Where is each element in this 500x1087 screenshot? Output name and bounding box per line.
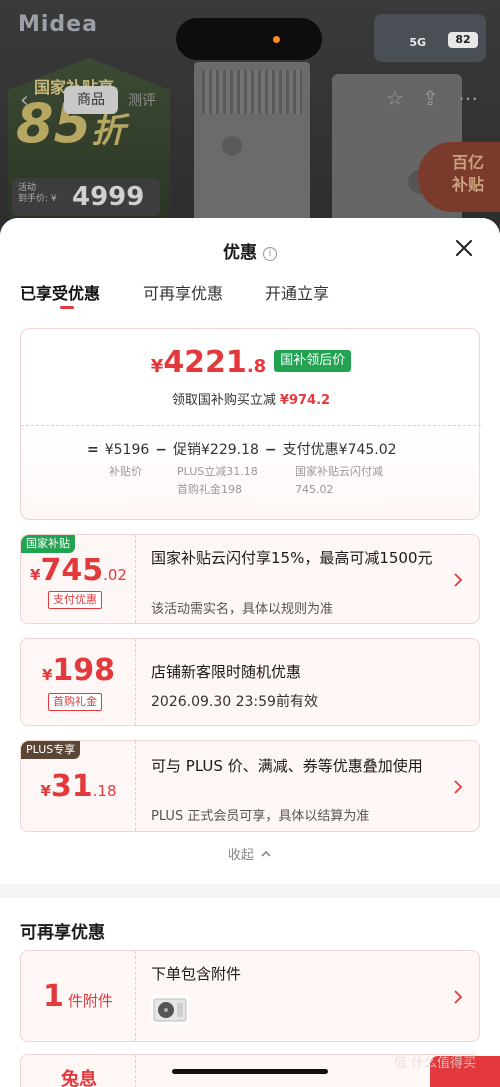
formula-base-note: 补贴价 <box>109 465 142 478</box>
sheet-header: 优惠 i <box>0 238 500 263</box>
chevron-up-icon <box>261 850 271 857</box>
promo-price-label: 活动 到手价: ¥ <box>18 183 57 204</box>
coupon-amount-integer: 31 <box>50 769 93 804</box>
formula-promo-notes: PLUS立减31.18 首购礼金198 <box>177 463 258 499</box>
final-price: ¥4221.8 国补领后价 <box>21 345 481 380</box>
chevron-right-icon <box>454 573 463 587</box>
active-tab-indicator <box>60 306 74 309</box>
coupon-description: 可与 PLUS 价、满减、券等优惠叠加使用 <box>151 757 423 775</box>
outdoor-unit-icon <box>153 998 187 1022</box>
coupon-amount: ¥198 <box>21 653 136 688</box>
dynamic-island <box>176 18 322 60</box>
applied-discounts-section: 优惠 i 已享受优惠 可再享优惠 开通立享 ¥4221.8 国补领后价 领取国补购买… <box>0 218 500 884</box>
battery-icon: 82 <box>448 32 478 48</box>
accessory-title: 下单包含附件 <box>151 965 242 983</box>
formula-promo-note-1: PLUS立减31.18 <box>177 465 258 478</box>
coupon-rule: 该活动需实名，具体以规则为准 <box>151 602 334 617</box>
recording-dot <box>273 36 280 43</box>
accessory-thumbnail <box>151 995 189 1025</box>
coupon-currency: ¥ <box>40 782 51 800</box>
divider <box>21 425 481 426</box>
signal-label: 5G <box>409 36 426 49</box>
total-saving: 领取国补购买立减 ¥974.2 <box>21 389 481 408</box>
chevron-right-icon <box>454 990 463 1004</box>
brand-logo: Midea <box>18 12 98 37</box>
sheet-title: 优惠 <box>223 243 257 263</box>
final-price-tag: 国补领后价 <box>274 350 352 372</box>
promo-price-value: 4999 <box>72 182 145 212</box>
coupon-currency: ¥ <box>30 566 41 584</box>
final-price-integer: 4221 <box>163 345 247 380</box>
total-saving-value: ¥974.2 <box>279 393 331 408</box>
formula-pay-note-1: 国家补贴云闪付减 <box>295 465 383 478</box>
coupon-description: 国家补贴云闪付享15%，最高可减1500元 <box>151 549 433 567</box>
tab-more-available[interactable]: 可再享优惠 <box>143 280 223 304</box>
price-summary-card: ¥4221.8 国补领后价 领取国补购买立减 ¥974.2 = ¥5196− 促销¥22… <box>20 328 481 520</box>
status-overlay: 5G 82 <box>374 14 486 62</box>
tab-activate[interactable]: 开通立享 <box>265 280 329 304</box>
coupon-card-plus[interactable]: PLUS专享 ¥31.18 可与 PLUS 价、满减、券等优惠叠加使用 PLUS… <box>20 740 480 832</box>
section-title: 可再享优惠 <box>20 923 105 943</box>
coupon-amount: ¥745.02 <box>21 553 136 588</box>
accessory-qty: 1 件附件 <box>43 979 113 1014</box>
coupon-amount-integer: 198 <box>52 653 116 688</box>
coupon-description: 店铺新客限时随机优惠 <box>151 663 302 681</box>
accessory-qty-number: 1 <box>43 979 64 1014</box>
coupon-card-national-subsidy[interactable]: 国家补贴 ¥745.02 支付优惠 国家补贴云闪付享15%，最高可减1500元 … <box>20 534 480 624</box>
formula-promo: 促销¥229.18 <box>173 442 259 458</box>
chevron-right-icon <box>454 780 463 794</box>
final-price-currency: ¥ <box>150 356 164 377</box>
interest-free-label: 兔息 <box>61 1065 97 1087</box>
formula-pay-note-2: 745.02 <box>295 483 334 496</box>
close-icon[interactable] <box>452 236 476 260</box>
coupon-type-tag: 支付优惠 <box>48 591 102 609</box>
accessory-qty-unit: 件附件 <box>67 992 113 1010</box>
formula-base: ¥5196 <box>104 442 150 458</box>
coupon-type-tag: 首购礼金 <box>48 693 102 711</box>
back-icon[interactable]: ‹ <box>20 88 29 113</box>
price-formula: = ¥5196− 促销¥229.18− 支付优惠¥745.02 <box>81 439 397 459</box>
more-icon[interactable]: ⋯ <box>458 86 478 110</box>
watermark: 值 什么值得买 <box>393 1056 476 1071</box>
tab-applied[interactable]: 已享受优惠 <box>20 280 100 304</box>
share-icon[interactable]: ⇪ <box>422 86 439 110</box>
final-price-decimal: .8 <box>246 356 267 377</box>
minus-sign: − <box>264 442 277 458</box>
formula-promo-note-2: 首购礼金198 <box>177 483 242 496</box>
discount-sheet: 优惠 i 已享受优惠 可再享优惠 开通立享 ¥4221.8 国补领后价 领取国补购买… <box>0 218 500 1087</box>
coupon-amount: ¥31.18 <box>21 769 136 804</box>
favorite-star-icon[interactable]: ☆ <box>386 86 404 110</box>
coupon-amount-integer: 745 <box>40 553 104 588</box>
coupon-expiry: 2026.09.30 23:59前有效 <box>151 694 318 710</box>
info-icon[interactable]: i <box>263 247 277 261</box>
coupon-rule: PLUS 正式会员可享，具体以结算为准 <box>151 809 370 824</box>
interest-free-text: 兔息 <box>61 1069 97 1087</box>
product-nav-bar: ‹ 商品 测评 ☆ ⇪ ⋯ <box>0 80 500 120</box>
nav-tab-review[interactable]: 测评 <box>128 90 156 110</box>
product-page-background: Midea 5G 82 国家补贴享 85折 活动 到手价: ¥ 4999 ‹ 商… <box>0 0 500 240</box>
nav-tab-product[interactable]: 商品 <box>64 86 118 114</box>
coupon-card-first-purchase[interactable]: ¥198 首购礼金 店铺新客限时随机优惠 2026.09.30 23:59前有效 <box>20 638 480 726</box>
minus-sign: − <box>155 442 168 458</box>
coupon-amount-decimal: .18 <box>92 782 117 800</box>
formula-pay-notes: 国家补贴云闪付减 745.02 <box>295 463 383 499</box>
collapse-label: 收起 <box>227 848 254 863</box>
total-saving-label: 领取国补购买立减 <box>171 393 276 408</box>
equals-sign: = <box>87 442 99 458</box>
home-indicator <box>172 1069 328 1074</box>
collapse-button[interactable]: 收起 <box>0 844 500 863</box>
promo-price-box: 活动 到手价: ¥ 4999 <box>12 178 160 216</box>
coupon-amount-decimal: .02 <box>103 566 127 584</box>
accessory-card[interactable]: 1 件附件 下单包含附件 <box>20 950 480 1042</box>
coupon-corner-tag: PLUS专享 <box>21 741 81 759</box>
formula-pay: 支付优惠¥745.02 <box>282 442 397 458</box>
coupon-corner-tag: 国家补贴 <box>21 535 75 553</box>
subsidy-badge: 百亿 补贴 <box>418 142 500 212</box>
coupon-currency: ¥ <box>41 666 53 684</box>
logo-disc <box>222 136 242 156</box>
